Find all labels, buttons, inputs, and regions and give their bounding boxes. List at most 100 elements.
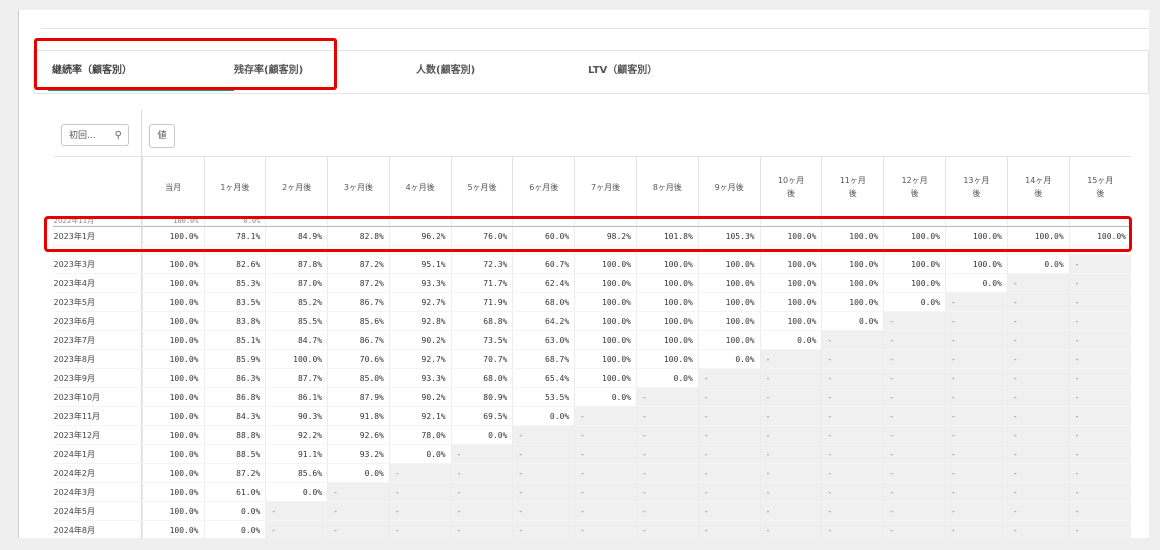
table-cell: - [1006, 444, 1070, 464]
empty-cell [512, 217, 575, 226]
table-cell: 76.0% [450, 226, 513, 246]
row-dimension-search-button[interactable]: 初回... ⚲ [61, 124, 129, 146]
table-cell: 100.0% [635, 311, 699, 331]
table-cell: 100.0% [697, 254, 761, 274]
clipped-cell [388, 245, 452, 255]
row-header-corner [53, 156, 143, 217]
table-cell: 100.0% [574, 273, 637, 293]
column-header[interactable]: 12ヶ月 後 [883, 156, 946, 217]
table-cell: - [759, 387, 822, 407]
column-header[interactable]: 15ヶ月 後 [1068, 156, 1131, 217]
table-cell: 105.3% [697, 226, 761, 246]
table-cell: - [1006, 501, 1070, 521]
column-header[interactable]: 当月 [141, 156, 204, 217]
table-cell: - [327, 501, 390, 521]
table-cell: 87.8% [265, 254, 328, 274]
clipped-cell [945, 245, 1008, 255]
table-cell: 87.2% [327, 273, 390, 293]
table-cell: 87.7% [265, 368, 328, 388]
row-dimension-label: 初回... [69, 131, 96, 141]
column-header[interactable]: 8ヶ月後 [635, 156, 699, 217]
table-cell: 100.0% [883, 254, 946, 274]
table-cell: 100.0% [821, 254, 884, 274]
table-cell: - [1068, 368, 1131, 388]
column-header[interactable]: 7ヶ月後 [574, 156, 637, 217]
table-cell: - [574, 406, 637, 426]
table-row: 2023年5月 100.0% 83.5% 85.2% 86.7% 92.7% 71.9% 68… [53, 292, 1131, 312]
table-cell: - [697, 387, 761, 407]
column-header[interactable]: 3ヶ月後 [327, 156, 390, 217]
table-cell: - [635, 425, 699, 445]
table-cell: 100.0% [141, 406, 204, 426]
tab-ltv[interactable]: LTV（顧客別） [588, 51, 657, 91]
clipped-cell [141, 245, 204, 255]
table-cell: - [1068, 406, 1131, 426]
table-cell: - [1068, 482, 1131, 502]
table-cell: 100.0% [759, 226, 822, 246]
table-row: 2023年3月 100.0% 82.6% 87.8% 87.2% 95.1% 72.3% 60… [53, 254, 1131, 274]
table-cell: 100.0% [141, 330, 204, 350]
table-cell: 61.0% [203, 482, 266, 502]
table-cell: - [388, 463, 452, 483]
row-label: 2023年3月 [53, 254, 143, 274]
table-cell: - [1068, 444, 1131, 464]
table-cell: - [1006, 330, 1070, 350]
empty-cell [574, 217, 637, 226]
table-cell: 100.0% [635, 292, 699, 312]
table-cell: - [883, 406, 946, 426]
table-row: 2024年8月 100.0% 0.0% - - - - - - - - - - - - - - [53, 520, 1131, 538]
table-cell: - [512, 444, 575, 464]
column-header[interactable]: 10ヶ月 後 [759, 156, 822, 217]
table-cell: - [1006, 273, 1070, 293]
column-header[interactable]: 11ヶ月 後 [821, 156, 884, 217]
table-cell: 72.3% [450, 254, 513, 274]
table-cell: - [388, 501, 452, 521]
table-cell: - [1006, 406, 1070, 426]
table-cell: 100.0% [821, 292, 884, 312]
table-cell: 100.0% [141, 501, 204, 521]
column-header[interactable]: 13ヶ月 後 [945, 156, 1008, 217]
table-cell: 100.0% [635, 349, 699, 369]
dashboard-panel: 継続率（顧客別） 残存率(顧客別) 人数(顧客別) LTV（顧客別） 初回...… [18, 10, 1149, 538]
table-cell: 100.0% [141, 368, 204, 388]
column-header[interactable]: 9ヶ月後 [697, 156, 761, 217]
values-button[interactable]: 値 [149, 124, 175, 148]
tab-customer-count[interactable]: 人数(顧客別) [416, 51, 475, 91]
table-cell: 92.7% [388, 349, 452, 369]
column-header[interactable]: 4ヶ月後 [388, 156, 452, 217]
table-cell: - [574, 444, 637, 464]
table-cell: 100.0% [759, 254, 822, 274]
column-header[interactable]: 5ヶ月後 [450, 156, 513, 217]
table-cell: 85.6% [327, 311, 390, 331]
column-header[interactable]: 14ヶ月 後 [1006, 156, 1070, 217]
table-cell: - [759, 425, 822, 445]
row-label: 2024年8月 [53, 520, 143, 538]
table-row: 2024年5月 100.0% 0.0% - - - - - - - - - - - - - - [53, 501, 1131, 521]
table-cell: 68.7% [512, 349, 575, 369]
column-header[interactable]: 2ヶ月後 [265, 156, 328, 217]
table-cell: 100.0% [574, 368, 637, 388]
table-cell: - [821, 482, 884, 502]
table-cell: 100.0% [759, 311, 822, 331]
row-label: 2024年3月 [53, 482, 143, 502]
column-header[interactable]: 1ヶ月後 [203, 156, 266, 217]
table-cell: 86.8% [203, 387, 266, 407]
table-cell: - [759, 444, 822, 464]
table-cell: 83.5% [203, 292, 266, 312]
table-cell: - [450, 444, 513, 464]
table-cell: 85.3% [203, 273, 266, 293]
table-cell: 90.2% [388, 387, 452, 407]
table-cell: 92.6% [327, 425, 390, 445]
table-cell: - [1068, 501, 1131, 521]
empty-cell [821, 217, 884, 226]
retention-grid: 当月 1ヶ月後 2ヶ月後 3ヶ月後 4ヶ月後 5ヶ月後 6ヶ月後 7ヶ月後 8ヶ月後 9ヶ月後 10… [53, 156, 1131, 538]
table-cell: - [883, 425, 946, 445]
table-cell: - [635, 482, 699, 502]
table-cell: - [1006, 292, 1070, 312]
column-header[interactable]: 6ヶ月後 [512, 156, 575, 217]
table-cell: 90.2% [388, 330, 452, 350]
row-label: 2022年11月 [53, 217, 143, 226]
empty-cell [1068, 217, 1131, 226]
empty-cell [697, 217, 761, 226]
table-cell: - [945, 387, 1008, 407]
